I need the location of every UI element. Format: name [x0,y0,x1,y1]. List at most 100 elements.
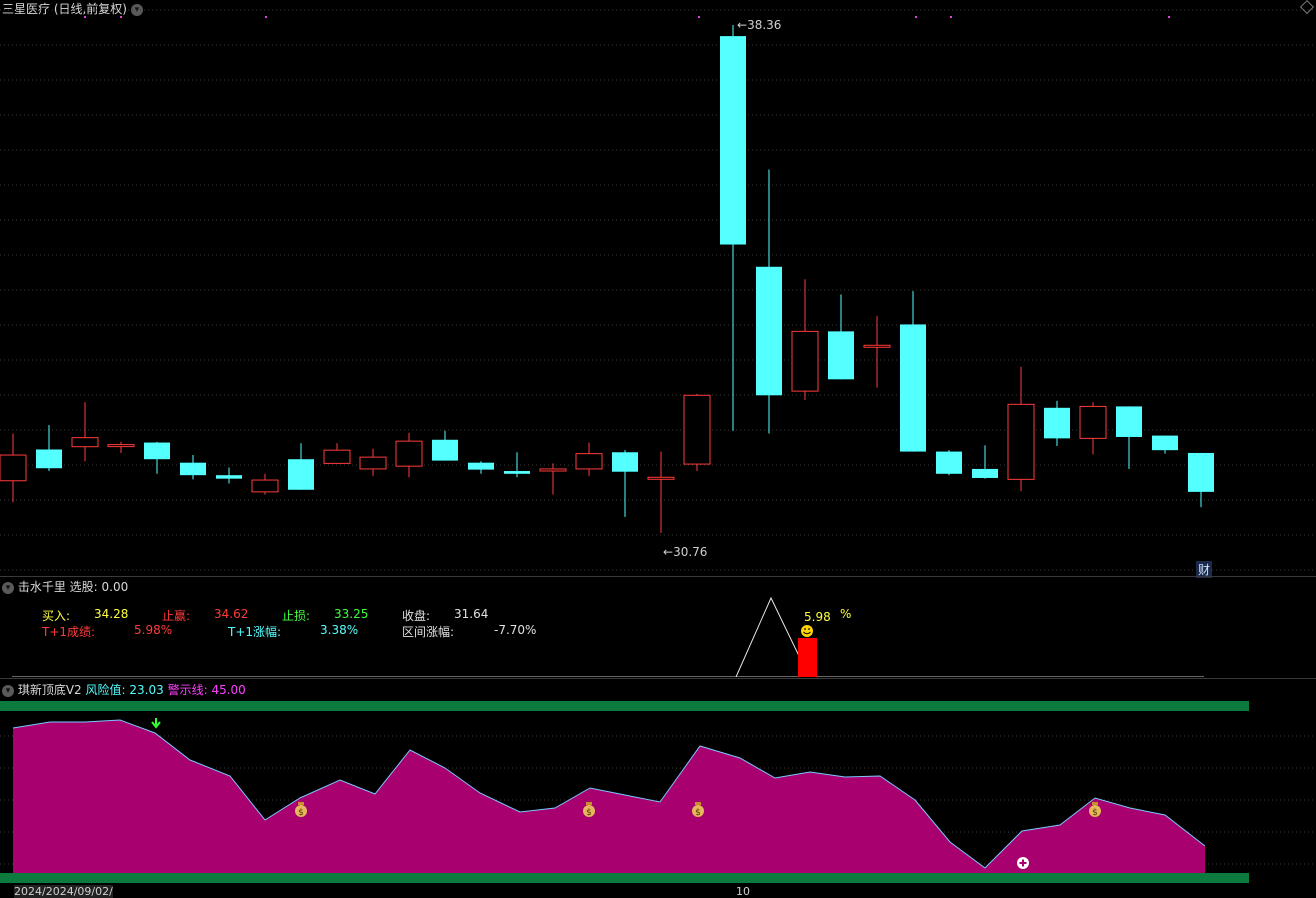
candle-body [936,451,962,474]
plus-circle-icon [1017,857,1029,869]
max-price-label: ←38.36 [737,18,782,32]
date-axis-mid: 10 [736,885,750,898]
candle-body [288,459,314,490]
candle-body [216,475,242,479]
warn-band-top [0,701,1249,711]
candle-body [468,462,494,470]
candle [251,473,279,495]
candle [1188,452,1214,508]
candle-body [612,452,638,472]
candlestick-chart[interactable] [0,0,1316,577]
signal-dot [1168,16,1170,18]
candle-body [1152,435,1178,451]
candle-body [791,330,819,392]
candle [612,450,638,517]
signal-dot [698,16,700,18]
signal-dot [950,16,952,18]
candle-body [432,439,458,461]
candle [144,441,170,474]
candle [539,463,567,495]
candle-body [180,462,206,476]
candle-body [251,479,279,493]
candle [432,430,458,461]
candle-body [107,444,135,448]
candle [359,448,387,476]
risk-value: 23.03 [129,683,164,697]
candle-body [144,442,170,460]
candle [0,433,27,503]
candle [216,467,242,484]
warn-value: 45.00 [211,683,246,697]
signal-dot [915,16,917,18]
candle-body [323,449,351,464]
candle-body [1188,452,1214,492]
candle-body [972,468,998,478]
candle-body [539,468,567,472]
candle-body [575,453,603,470]
candle-body [1044,407,1070,439]
candle [936,450,962,476]
candle [1007,366,1035,492]
candle [1079,402,1107,455]
candle-body [863,344,891,348]
candle-body [395,440,423,467]
candle [972,445,998,479]
candle [71,402,99,462]
candle [36,425,62,472]
candle [1044,400,1070,447]
warn-label: 警示线: [167,683,208,697]
svg-text:$: $ [695,808,701,818]
marker-unit: % [840,607,852,621]
candle [288,443,314,490]
candle-body [683,394,711,465]
signal-dot [84,16,86,18]
indicator2-chart: $ $ $ $ [0,701,1316,883]
svg-text:$: $ [1092,808,1098,818]
candle-body [1116,406,1142,437]
candle [828,294,854,380]
indicator1-chart [12,596,1204,677]
date-axis-left: 2024/2024/09/02/ [14,885,113,898]
candle [395,432,423,478]
indicator2-title: 琪新顶底V2 [17,683,82,697]
candle-body [647,476,675,480]
candle [323,443,351,464]
candle [720,25,746,431]
candle-body [1007,403,1035,480]
candle-body [504,471,530,474]
candle [756,169,782,434]
candle-body [828,331,854,380]
candle-body [36,449,62,469]
down-arrow-icon [151,718,161,729]
candle [107,441,135,453]
candle-body [71,437,99,448]
risk-area [13,720,1205,873]
candle-body [756,266,782,396]
candle-body [359,456,387,470]
indicator2-header: ▾ 琪新顶底V2 风险值: 23.03 警示线: 45.00 [2,681,246,698]
signal-dot [120,16,122,18]
candle-body [1079,405,1107,439]
svg-text:$: $ [586,808,592,818]
risk-label: 风险值: [85,683,126,697]
candle [1116,406,1142,469]
min-price-label: ←30.76 [663,545,708,559]
candle [900,291,926,452]
candle-body [900,324,926,452]
candle [468,461,494,474]
candle [575,442,603,476]
candle [683,393,711,472]
candle [791,279,819,401]
signal-dot [265,16,267,18]
candle [1152,435,1178,454]
candle [863,316,891,388]
candle-body [720,36,746,245]
smile-icon [801,625,813,637]
svg-text:$: $ [298,808,304,818]
marker-value: 5.98 [804,610,831,624]
warn-band-bottom [0,873,1249,883]
chevron-down-icon[interactable]: ▾ [2,684,14,697]
candle-body [0,454,27,482]
candle [180,455,206,480]
candle [504,452,530,478]
